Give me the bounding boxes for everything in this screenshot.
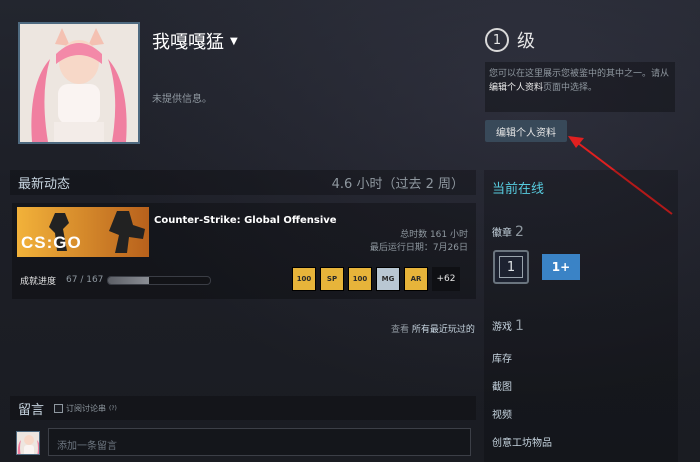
persona-name: 我嘎嘎猛	[152, 32, 224, 53]
last-played: 最后运行日期：7月26日	[369, 243, 468, 253]
profile-level[interactable]: 1 级	[485, 27, 535, 53]
badge-icon[interactable]: 1+	[542, 254, 580, 280]
subscribe-label: 订阅讨论串	[66, 403, 107, 413]
view-all-prefix: 查看	[391, 325, 410, 335]
badge-icon[interactable]: 1	[493, 250, 529, 284]
game-logo-text: CS:GO	[21, 233, 82, 252]
showcase-hint: 您可以在这里展示您被鉴中的其中之一。请从编辑个人资料页面中选择。	[485, 62, 675, 112]
badges-link[interactable]: 徽章 2	[492, 224, 524, 240]
games-label: 游戏	[492, 322, 512, 333]
level-label: 级	[517, 31, 535, 52]
badges-count: 2	[515, 224, 524, 240]
recent-activity-header: 最新动态 4.6 小时（过去 2 周）	[10, 170, 476, 195]
screenshots-link[interactable]: 截图	[492, 378, 512, 393]
comment-input[interactable]: 添加一条留言	[48, 428, 471, 456]
recent-game-card: CS:GO Counter-Strike: Global Offensive 总…	[12, 203, 476, 299]
videos-link[interactable]: 视频	[492, 406, 512, 421]
showcase-hint-link[interactable]: 编辑个人资料	[489, 83, 543, 93]
badge-level-1: 1	[499, 256, 523, 278]
showcase-hint-post: 页面中选择。	[543, 83, 598, 93]
achievement-progress-fill	[108, 276, 150, 284]
subscribe-thread[interactable]: 订阅讨论串 (?)	[54, 403, 117, 414]
comment-avatar	[16, 431, 40, 455]
achievement-more[interactable]: +62	[432, 267, 460, 291]
game-name-link[interactable]: Counter-Strike: Global Offensive	[154, 215, 337, 226]
achievement-icon[interactable]: 100	[348, 267, 372, 291]
profile-sidebar: 当前在线 徽章 2 1 1+ 游戏 1 库存 截图 视频 创意工坊物品	[484, 170, 678, 462]
inventory-link[interactable]: 库存	[492, 350, 512, 365]
achievement-count: 67 / 167	[66, 275, 104, 285]
badge-level-1plus: 1+	[551, 260, 571, 274]
help-icon[interactable]: (?)	[109, 405, 117, 412]
recent-activity-hours: 4.6 小时（过去 2 周）	[331, 177, 464, 192]
total-hours: 总时数 161 小时	[400, 230, 468, 240]
comments-title: 留言	[18, 402, 45, 418]
workshop-items-link[interactable]: 创意工坊物品	[492, 434, 552, 449]
achievement-icon[interactable]: 100	[292, 267, 316, 291]
achievement-icons: 100 SP 100 MG AR +62	[292, 267, 460, 293]
showcase-hint-pre: 您可以在这里展示您被鉴中的其中之一。请从	[489, 69, 670, 79]
level-circle: 1	[485, 28, 509, 52]
achievement-icon[interactable]: MG	[376, 267, 400, 291]
subscribe-checkbox[interactable]	[54, 403, 64, 413]
persona-name-dropdown[interactable]: 我嘎嘎猛 ▼	[152, 28, 238, 54]
recent-activity-title: 最新动态	[18, 177, 71, 192]
achievement-icon[interactable]: SP	[320, 267, 344, 291]
edit-profile-button[interactable]: 编辑个人资料	[485, 120, 567, 142]
badges-label: 徽章	[492, 228, 512, 239]
view-all-recent[interactable]: 查看 所有最近玩过的	[391, 322, 475, 335]
games-count: 1	[515, 318, 524, 334]
view-all-link[interactable]: 所有最近玩过的	[412, 325, 475, 335]
achievement-icon[interactable]: AR	[404, 267, 428, 291]
games-link[interactable]: 游戏 1	[492, 318, 524, 334]
chevron-down-icon: ▼	[230, 35, 238, 47]
online-status: 当前在线	[492, 182, 545, 197]
profile-avatar[interactable]	[18, 22, 140, 144]
achievement-label[interactable]: 成就进度	[20, 274, 56, 287]
game-capsule-image[interactable]: CS:GO	[17, 207, 149, 257]
profile-summary: 未提供信息。	[152, 94, 212, 105]
achievement-progress-bar	[107, 275, 212, 285]
comments-header: 留言 订阅讨论串 (?)	[10, 396, 476, 420]
achievement-row: 成就进度 67 / 167 100 SP 100 MG AR +62	[12, 265, 476, 295]
game-stats: 总时数 161 小时 最后运行日期：7月26日	[370, 229, 468, 255]
